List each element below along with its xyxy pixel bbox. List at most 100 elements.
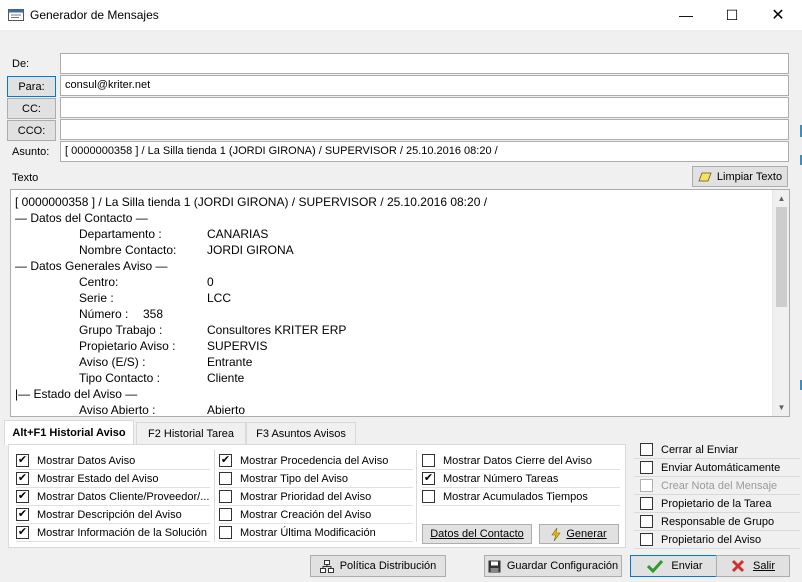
column-divider: [214, 450, 215, 542]
checkbox-checked-icon[interactable]: ✔: [219, 454, 232, 467]
option-checkbox[interactable]: Mostrar Tipo del Aviso: [219, 470, 413, 488]
vertical-scrollbar[interactable]: ▲ ▼: [772, 190, 789, 416]
option-label: Mostrar Prioridad del Aviso: [240, 490, 372, 503]
option-checkbox[interactable]: Mostrar Prioridad del Aviso: [219, 488, 413, 506]
cc-field[interactable]: [60, 97, 789, 118]
checkbox-unchecked-icon[interactable]: [640, 461, 653, 474]
datos-contacto-label: Datos del Contacto: [430, 528, 524, 540]
options-column-1: ✔ Mostrar Datos Aviso ✔ Mostrar Estado del …: [16, 452, 210, 542]
para-button[interactable]: Para:: [7, 76, 56, 97]
option-checkbox[interactable]: Mostrar Acumulados Tiempos: [422, 488, 620, 506]
asunto-field[interactable]: [ 0000000358 ] / La Silla tienda 1 (JORD…: [60, 141, 789, 162]
option-label: Mostrar Procedencia del Aviso: [240, 454, 389, 467]
de-label: De:: [12, 58, 30, 70]
checkbox-unchecked-icon[interactable]: [219, 508, 232, 521]
send-option-label: Cerrar al Enviar: [661, 443, 739, 456]
checkbox-unchecked-icon[interactable]: [219, 490, 232, 503]
texto-line: Número : 358: [15, 306, 769, 322]
option-checkbox[interactable]: ✔ Mostrar Datos Cliente/Proveedor/...: [16, 488, 210, 506]
checkbox-checked-icon[interactable]: ✔: [16, 472, 29, 485]
politica-distribucion-button[interactable]: Política Distribución: [310, 555, 446, 577]
send-option-checkbox[interactable]: Propietario de la Tarea: [634, 495, 800, 513]
texto-line-value: CANARIAS: [207, 227, 269, 241]
scroll-up-icon[interactable]: ▲: [773, 190, 789, 207]
limpiar-texto-button[interactable]: Limpiar Texto: [692, 166, 788, 187]
checkbox-unchecked-icon[interactable]: [640, 443, 653, 456]
tab-asuntos-avisos[interactable]: F3 Asuntos Avisos: [246, 422, 356, 444]
send-option-label: Crear Nota del Mensaje: [661, 479, 778, 492]
checkbox-unchecked-icon[interactable]: [219, 472, 232, 485]
app-icon: [8, 8, 24, 22]
texto-line-value: Abierto: [207, 403, 246, 417]
option-checkbox[interactable]: ✔ Mostrar Estado del Aviso: [16, 470, 210, 488]
send-option-checkbox[interactable]: Responsable de Grupo: [634, 513, 800, 531]
option-checkbox[interactable]: ✔ Mostrar Información de la Solución: [16, 524, 210, 542]
maximize-button[interactable]: ☐: [709, 0, 755, 30]
checkbox-unchecked-icon[interactable]: [640, 497, 653, 510]
texto-line: Tipo Contacto : Cliente: [15, 370, 769, 386]
texto-line-value: Cliente: [207, 371, 245, 385]
checkbox-unchecked-icon[interactable]: [422, 454, 435, 467]
option-checkbox[interactable]: Mostrar Creación del Aviso: [219, 506, 413, 524]
option-label: Mostrar Acumulados Tiempos: [443, 490, 588, 503]
send-option-checkbox[interactable]: Cerrar al Enviar: [634, 441, 800, 459]
generar-button[interactable]: Generar: [539, 524, 619, 544]
texto-line-key: Número :: [79, 307, 129, 321]
minimize-button[interactable]: —: [663, 0, 709, 30]
texto-line: Centro: 0: [15, 274, 769, 290]
texto-label: Texto: [12, 172, 39, 184]
para-field[interactable]: consul@kriter.net: [60, 75, 789, 96]
cco-field[interactable]: [60, 119, 789, 140]
checkbox-checked-icon[interactable]: ✔: [16, 490, 29, 503]
option-label: Mostrar Creación del Aviso: [240, 508, 372, 521]
texto-line: |— Estado del Aviso —: [15, 386, 769, 402]
texto-line: Grupo Trabajo : Consultores KRITER ERP: [15, 322, 769, 338]
option-checkbox[interactable]: ✔ Mostrar Número Tareas: [422, 470, 620, 488]
options-column-2: ✔ Mostrar Procedencia del Aviso Mostrar Ti…: [219, 452, 413, 542]
texto-line-value: 0: [207, 275, 214, 289]
send-option-label: Enviar Automáticamente: [661, 461, 781, 474]
texto-line-value: LCC: [207, 291, 232, 305]
checkbox-unchecked-icon[interactable]: [640, 515, 653, 528]
enviar-button[interactable]: Enviar: [630, 555, 720, 577]
send-option-checkbox[interactable]: Propietario del Aviso: [634, 531, 800, 549]
salir-button[interactable]: Salir: [716, 555, 790, 577]
de-field[interactable]: [60, 53, 789, 74]
texto-area[interactable]: [ 0000000358 ] / La Silla tienda 1 (JORD…: [10, 189, 790, 417]
checkbox-checked-icon[interactable]: ✔: [16, 526, 29, 539]
cco-button[interactable]: CCO:: [7, 120, 56, 141]
option-checkbox[interactable]: ✔ Mostrar Descripción del Aviso: [16, 506, 210, 524]
guardar-configuracion-button[interactable]: Guardar Configuración: [484, 555, 622, 577]
option-label: Mostrar Descripción del Aviso: [37, 508, 182, 521]
scroll-down-icon[interactable]: ▼: [773, 399, 789, 416]
checkbox-unchecked-icon[interactable]: [640, 533, 653, 546]
tab-historial-aviso[interactable]: Alt+F1 Historial Aviso: [4, 420, 134, 445]
option-checkbox[interactable]: ✔ Mostrar Procedencia del Aviso: [219, 452, 413, 470]
texto-line: Aviso (E/S) : Entrante: [15, 354, 769, 370]
checkbox-checked-icon[interactable]: ✔: [16, 454, 29, 467]
option-checkbox[interactable]: ✔ Mostrar Datos Aviso: [16, 452, 210, 470]
option-label: Mostrar Tipo del Aviso: [240, 472, 349, 485]
lightning-icon: [551, 527, 561, 541]
option-checkbox[interactable]: Mostrar Datos Cierre del Aviso: [422, 452, 620, 470]
scroll-thumb[interactable]: [776, 207, 787, 307]
option-label: Mostrar Última Modificación: [240, 526, 376, 539]
checkbox-checked-icon[interactable]: ✔: [16, 508, 29, 521]
option-checkbox[interactable]: Mostrar Última Modificación: [219, 524, 413, 542]
option-label: Mostrar Estado del Aviso: [37, 472, 159, 485]
datos-contacto-button[interactable]: Datos del Contacto: [422, 524, 532, 544]
texto-line-value: 358: [143, 307, 164, 321]
checkbox-checked-icon[interactable]: ✔: [422, 472, 435, 485]
texto-line: Departamento : CANARIAS: [15, 226, 769, 242]
hierarchy-icon: [319, 559, 334, 573]
close-button[interactable]: ✕: [755, 0, 801, 30]
texto-line-value: JORDI GIRONA: [207, 243, 294, 257]
texto-line: Nombre Contacto: JORDI GIRONA: [15, 242, 769, 258]
send-option-checkbox[interactable]: Enviar Automáticamente: [634, 459, 800, 477]
cc-button[interactable]: CC:: [7, 98, 56, 119]
checkbox-unchecked-icon[interactable]: [219, 526, 232, 539]
send-option-label: Propietario de la Tarea: [661, 497, 772, 510]
tab-historial-tarea[interactable]: F2 Historial Tarea: [136, 422, 246, 444]
checkbox-unchecked-icon[interactable]: [422, 490, 435, 503]
texto-line-text: [ 0000000358 ] / La Silla tienda 1 (JORD…: [15, 195, 488, 209]
